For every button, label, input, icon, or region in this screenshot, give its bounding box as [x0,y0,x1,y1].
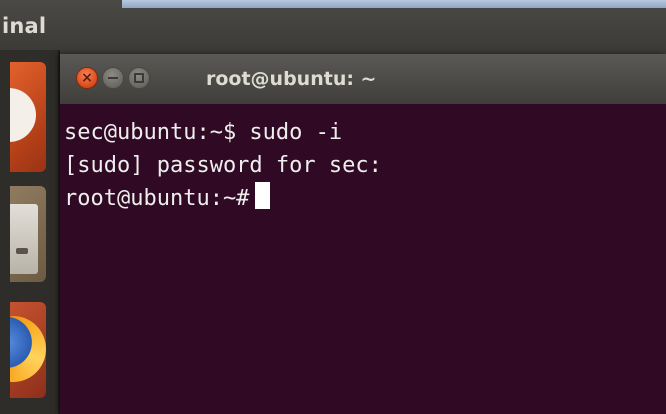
desktop: inal × root@ubuntu: ~ sec@ubuntu:~$ sudo… [0,0,666,414]
ubuntu-logo-icon [10,88,36,142]
terminal-line-text: sec@ubuntu:~$ sudo -i [64,120,343,145]
terminal-line: [sudo] password for sec: [64,149,666,182]
terminal-window: × root@ubuntu: ~ sec@ubuntu:~$ sudo -i [… [60,54,666,414]
close-icon: × [81,70,93,86]
cabinet-handle [16,248,28,254]
top-panel: inal [0,0,666,50]
file-cabinet-icon [10,204,38,274]
terminal-prompt-line: root@ubuntu:~# [64,182,666,215]
terminal-output[interactable]: sec@ubuntu:~$ sudo -i [sudo] password fo… [60,104,666,414]
terminal-line-text: [sudo] password for sec: [64,153,382,178]
firefox-globe-icon [10,316,46,382]
maximize-button[interactable] [128,67,150,89]
maximize-icon [134,73,144,83]
window-titlebar[interactable]: × root@ubuntu: ~ [60,54,666,104]
app-menu-title[interactable]: inal [2,14,46,38]
firefox-icon[interactable] [10,302,46,398]
top-panel-strip [122,0,666,8]
dash-home-icon[interactable] [10,62,46,172]
close-button[interactable]: × [76,67,98,89]
terminal-line: sec@ubuntu:~$ sudo -i [64,116,666,149]
text-cursor [255,182,271,209]
files-icon[interactable] [10,186,46,282]
terminal-prompt-text: root@ubuntu:~# [64,186,250,211]
window-title: root@ubuntu: ~ [206,68,377,90]
minimize-icon [108,77,118,79]
minimize-button[interactable] [102,67,124,89]
